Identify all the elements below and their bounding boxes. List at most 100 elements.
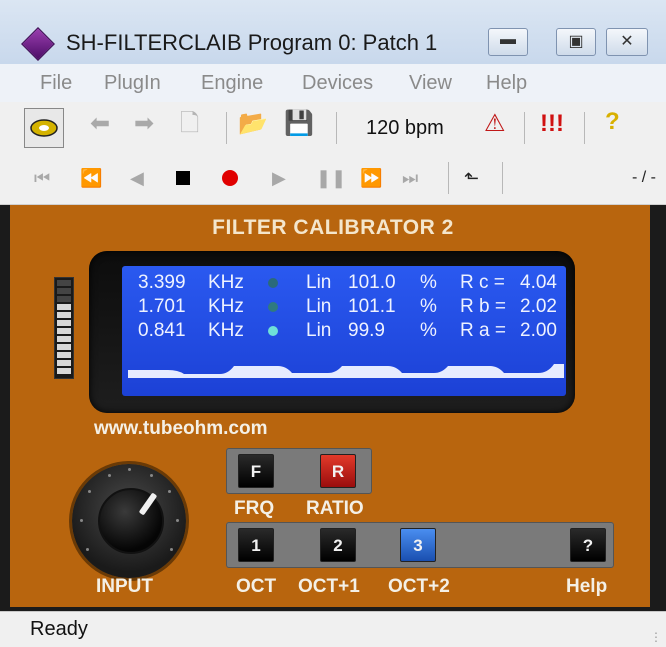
row1-unit: KHz (208, 272, 244, 293)
fast-forward-icon[interactable]: ⏩ (360, 167, 382, 189)
plugin-settings-button[interactable] (24, 108, 64, 148)
website-url: www.tubeohm.com (94, 418, 268, 439)
row2-unit: KHz (208, 296, 244, 317)
help-icon[interactable]: ? (605, 108, 620, 136)
minimize-button[interactable]: ▬ (488, 28, 528, 56)
stop-icon[interactable] (176, 171, 190, 185)
knob-scale-dot (150, 474, 153, 477)
oct-button[interactable]: 1 (238, 528, 274, 562)
row1-frequency: 3.399 (138, 272, 186, 293)
menu-help[interactable]: Help (486, 72, 527, 95)
row2-ratio-value: 2.02 (520, 296, 557, 317)
transport-separator (502, 162, 503, 194)
row1-led (268, 278, 278, 288)
toolbar-separator (524, 112, 525, 144)
resize-grip-icon[interactable]: ⋮ (650, 630, 662, 644)
knob-scale-dot (176, 519, 179, 522)
oct-plus-1-button[interactable]: 2 (320, 528, 356, 562)
forward-arrow-icon[interactable]: ➡ (134, 110, 154, 138)
open-folder-icon[interactable]: 📂 (238, 110, 268, 138)
menu-engine[interactable]: Engine (201, 72, 263, 95)
help-label: Help (566, 576, 608, 597)
row3-frequency: 0.841 (138, 320, 186, 341)
knob-scale-dot (86, 548, 89, 551)
pause-icon[interactable]: ❚❚ (316, 167, 346, 189)
transport-separator (448, 162, 449, 194)
row2-led (268, 302, 278, 312)
meter-segment (57, 336, 71, 342)
close-icon: ✕ (620, 33, 634, 50)
save-disk-icon[interactable]: 💾 (284, 110, 314, 138)
row1-ratio-value: 4.04 (520, 272, 557, 293)
status-text: Ready (30, 618, 88, 640)
meter-segment (57, 368, 71, 374)
to-start-icon[interactable]: ⏮ (34, 167, 50, 189)
row3-percent-sign: % (420, 320, 437, 341)
oct-plus-1-label: OCT+1 (298, 576, 360, 597)
knob-scale-dot (80, 519, 83, 522)
panic-icon[interactable]: !!! (540, 110, 564, 138)
step-back-icon[interactable]: ◀ (130, 167, 144, 189)
back-arrow-icon[interactable]: ⬅ (90, 110, 110, 138)
row2-frequency: 1.701 (138, 296, 186, 317)
status-bar (0, 611, 666, 647)
rewind-icon[interactable]: ⏪ (80, 167, 102, 189)
oct-plus-2-button[interactable]: 3 (400, 528, 436, 562)
knob-scale-dot (88, 490, 91, 493)
song-position: - / - (632, 169, 656, 186)
toolbar-separator (584, 112, 585, 144)
row3-percent: 99.9 (348, 320, 385, 341)
plugin-settings-icon (30, 119, 58, 137)
oct-label: OCT (236, 576, 277, 597)
ratio-label: RATIO (306, 498, 364, 519)
frq-button[interactable]: F (238, 454, 274, 488)
row3-mode: Lin (306, 320, 332, 341)
oct-plus-2-label: OCT+2 (388, 576, 450, 597)
row2-mode: Lin (306, 296, 332, 317)
plugin-help-button[interactable]: ? (570, 528, 606, 562)
menu-view[interactable]: View (409, 72, 452, 95)
knob-scale-dot (170, 548, 173, 551)
play-icon[interactable]: ▶ (272, 167, 286, 189)
meter-segment (57, 352, 71, 358)
toolbar-separator (226, 112, 227, 144)
input-knob-label: INPUT (96, 576, 153, 597)
ratio-button[interactable]: R (320, 454, 356, 488)
menu-plugin[interactable]: PlugIn (104, 72, 161, 95)
meter-segment (57, 344, 71, 350)
row3-unit: KHz (208, 320, 244, 341)
toolbar-separator (336, 112, 337, 144)
frq-label: FRQ (234, 498, 275, 519)
row3-ratio-value: 2.00 (520, 320, 557, 341)
knob-scale-dot (108, 474, 111, 477)
maximize-button[interactable]: ▣ (556, 28, 596, 56)
record-icon[interactable] (222, 170, 238, 186)
maximize-icon: ▣ (568, 33, 584, 50)
knob-scale-dot (168, 490, 171, 493)
row1-mode: Lin (306, 272, 332, 293)
meter-segment (57, 360, 71, 366)
level-meter (54, 277, 74, 379)
filter-response-waveform (128, 364, 564, 378)
row2-percent-sign: % (420, 296, 437, 317)
meter-segment (57, 328, 71, 334)
window-title: SH-FILTERCLAIB Program 0: Patch 1 (66, 30, 438, 55)
row1-percent-sign: % (420, 272, 437, 293)
meter-segment (57, 288, 71, 294)
tempo-display[interactable]: 120 bpm (366, 117, 444, 140)
to-end-icon[interactable]: ⏭ (402, 167, 418, 189)
meter-segment (57, 304, 71, 310)
knob-scale-dot (128, 468, 131, 471)
menu-devices[interactable]: Devices (302, 72, 373, 95)
row2-percent: 101.1 (348, 296, 396, 317)
close-button[interactable]: ✕ (606, 28, 648, 56)
copy-icon[interactable]: 🗋 (180, 110, 199, 138)
row1-percent: 101.0 (348, 272, 396, 293)
loop-icon[interactable]: ⬑ (464, 167, 479, 189)
meter-segment (57, 312, 71, 318)
minimize-icon: ▬ (500, 31, 516, 48)
metronome-icon[interactable]: ⚠ (484, 110, 506, 138)
menu-file[interactable]: File (40, 72, 72, 95)
row3-led (268, 326, 278, 336)
row2-ratio-label: R b = (460, 296, 506, 317)
